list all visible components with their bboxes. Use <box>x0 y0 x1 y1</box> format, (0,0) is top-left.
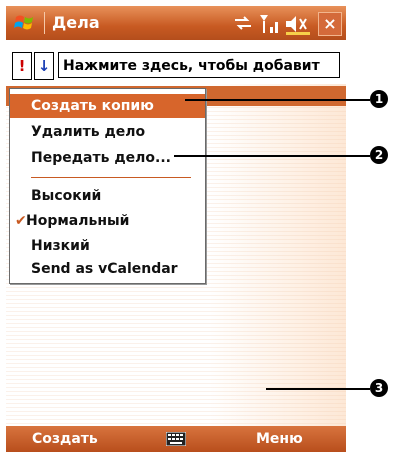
menu-item-priority-normal[interactable]: ✔ Нормальный <box>10 209 205 233</box>
signal-icon[interactable] <box>258 12 282 40</box>
callout-line-2 <box>174 155 370 157</box>
callout-line-1 <box>185 99 370 101</box>
priority-low-button[interactable]: ↓ <box>34 52 54 80</box>
context-menu: Создать копию Удалить дело Передать дело… <box>9 88 206 284</box>
callout-marker-3: 3 <box>370 379 388 397</box>
menu-item-priority-high[interactable]: Высокий <box>10 184 205 208</box>
menu-item-delete-task[interactable]: Удалить дело <box>10 120 205 144</box>
app-title: Дела <box>52 13 100 32</box>
callout-marker-1: 1 <box>370 90 388 108</box>
check-mark-icon: ✔ <box>15 213 27 229</box>
connectivity-icon[interactable] <box>232 12 254 38</box>
menu-item-create-copy[interactable]: Создать копию <box>10 94 205 118</box>
callout-marker-2: 2 <box>370 146 388 164</box>
menu-item-label: Нормальный <box>26 213 130 229</box>
menu-softkey[interactable]: Меню <box>256 426 303 452</box>
menu-item-send-task[interactable]: Передать дело... <box>10 146 205 170</box>
bottom-bar: Создать Меню <box>6 426 346 452</box>
new-softkey[interactable]: Создать <box>32 426 98 452</box>
priority-high-button[interactable]: ! <box>12 52 32 80</box>
new-task-entry-field[interactable]: Нажмите здесь, чтобы добавит <box>58 52 340 78</box>
callout-line-3 <box>266 388 370 390</box>
title-bar: Дела × <box>6 6 346 40</box>
keyboard-icon[interactable] <box>166 432 186 446</box>
close-button[interactable]: × <box>318 12 342 36</box>
title-separator <box>44 12 45 34</box>
pocket-pc-screen: Дела × ! ↓ Нажмите здесь, чтобы добавит … <box>6 6 346 452</box>
entry-bar: ! ↓ Нажмите здесь, чтобы добавит <box>6 52 346 80</box>
windows-start-icon[interactable] <box>12 11 38 35</box>
menu-separator <box>31 177 191 178</box>
menu-item-send-vcalendar[interactable]: Send as vCalendar <box>10 257 205 281</box>
menu-item-priority-low[interactable]: Низкий <box>10 234 205 258</box>
volume-icon[interactable] <box>284 12 312 40</box>
